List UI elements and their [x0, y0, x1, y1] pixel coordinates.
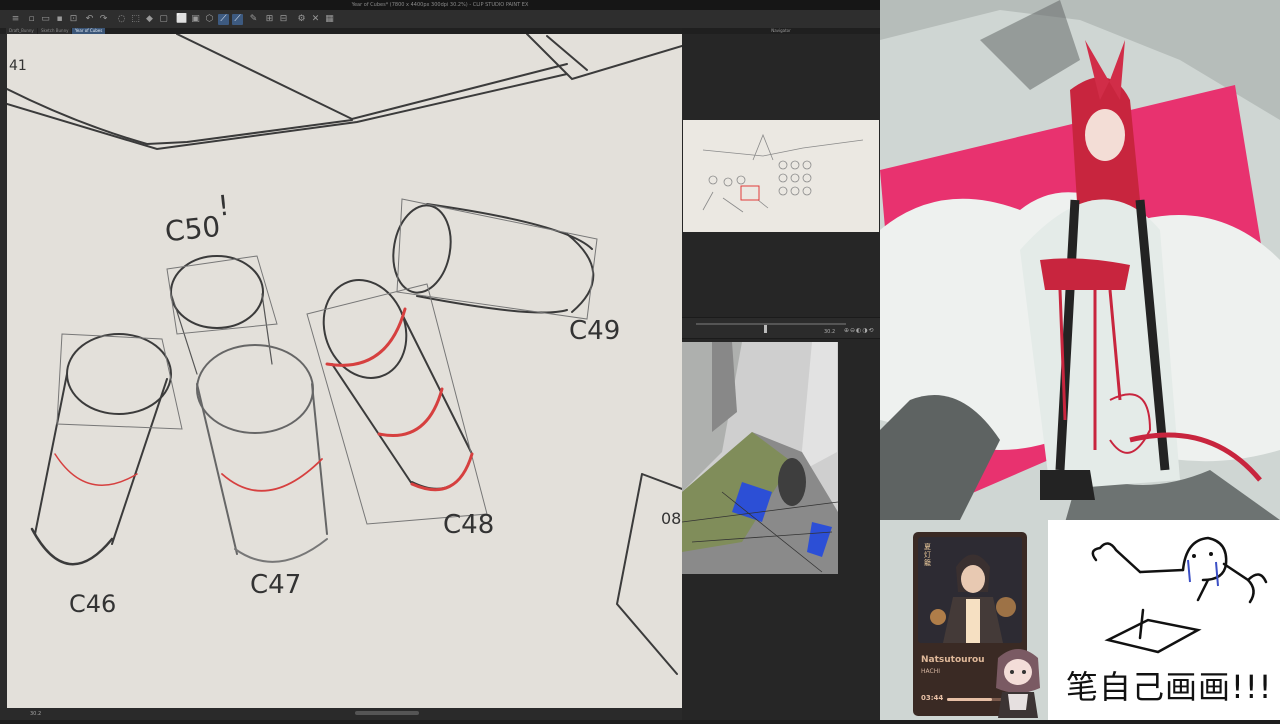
redo-icon[interactable]: ↷ — [98, 14, 109, 25]
horizontal-scrollbar[interactable] — [355, 711, 419, 715]
color-settings-icon[interactable]: ✕ — [310, 14, 321, 25]
new-file-icon[interactable]: ▫ — [26, 14, 37, 25]
album-side-text: 夏灯籠 — [924, 543, 931, 567]
navigator-buttons[interactable]: ⊕⊖◐◑⟲ — [844, 327, 875, 334]
show-grid-icon[interactable]: ⊞ — [264, 14, 275, 25]
label-c08: 08 — [661, 509, 682, 528]
open-file-icon[interactable]: ▭ — [40, 14, 51, 25]
save-icon[interactable]: ▪ — [54, 14, 65, 25]
fill-icon[interactable]: ◆ — [144, 14, 155, 25]
status-bar: 30.2 — [0, 708, 682, 720]
song-time: 03:44 — [921, 694, 944, 702]
album-art: 夏灯籠 — [918, 537, 1022, 643]
label-c47: C47 — [250, 570, 302, 600]
export-icon[interactable]: ⊡ — [68, 14, 79, 25]
song-title: Natsutourou — [921, 655, 985, 665]
drawing-self-card: 笔自己画画!!! — [1048, 520, 1280, 720]
album-art-image — [918, 537, 1022, 643]
clip-studio-window: Year of Cubes* (7800 x 4400px 300dpi 30.… — [0, 0, 880, 720]
status-zoom[interactable]: 30.2 — [30, 709, 41, 719]
invert-selection-icon[interactable]: ▣ — [190, 14, 201, 25]
navigator-title: Navigator — [682, 28, 880, 34]
zoom-slider[interactable] — [696, 323, 846, 333]
layer-settings-icon[interactable]: ▦ — [324, 14, 335, 25]
doodle-illustration — [1091, 536, 1268, 654]
song-progress-fill — [947, 698, 992, 701]
title-bar: Year of Cubes* (7800 x 4400px 300dpi 30.… — [0, 0, 880, 10]
label-c50: C50! — [163, 188, 231, 249]
label-c46: C46 — [69, 590, 117, 618]
left-tool-strip[interactable] — [0, 34, 7, 710]
label-c41: 41 — [9, 58, 27, 74]
undo-icon[interactable]: ↶ — [84, 14, 95, 25]
snap-special-ruler-icon[interactable]: ⟋ — [232, 14, 243, 25]
clear-icon[interactable]: ◌ — [116, 14, 127, 25]
song-artist: HACHI — [921, 668, 940, 675]
transform-icon[interactable]: ▢ — [158, 14, 169, 25]
show-ruler-icon[interactable]: ⊟ — [278, 14, 289, 25]
snap-ruler-icon[interactable]: ⟋ — [218, 14, 229, 25]
label-c49: C49 — [569, 316, 621, 346]
label-c48: C48 — [443, 510, 495, 540]
zoom-slider-knob[interactable] — [764, 325, 767, 333]
drawcard-caption: 笔自己画画!!! — [1066, 668, 1273, 706]
selection-icon[interactable]: ⬡ — [204, 14, 215, 25]
mascot-figure — [996, 649, 1040, 718]
chibi-mascot — [988, 640, 1048, 720]
menu-icon[interactable]: ≡ — [10, 14, 21, 25]
reference-image — [682, 342, 838, 574]
deselect-icon[interactable]: ⬜ — [176, 14, 187, 25]
tool-settings-icon[interactable]: ⚙ — [296, 14, 307, 25]
window-title: Year of Cubes* (7800 x 4400px 300dpi 30.… — [351, 2, 529, 8]
navigator-preview[interactable] — [683, 120, 879, 232]
grid-snap-icon[interactable]: ✎ — [248, 14, 259, 25]
right-panel-dock: Navigator 30.2 ⊕⊖◐◑⟲ — [682, 28, 880, 720]
drawing-canvas[interactable]: C50! C49 C46 C47 C48 08 41 — [7, 34, 682, 708]
clear-outside-icon[interactable]: ⬚ — [130, 14, 141, 25]
zoom-value[interactable]: 30.2 — [824, 328, 835, 336]
sub-view-reference[interactable] — [682, 342, 838, 574]
navigator-thumbnail — [702, 133, 864, 213]
navigator-controls: 30.2 ⊕⊖◐◑⟲ — [682, 317, 880, 339]
